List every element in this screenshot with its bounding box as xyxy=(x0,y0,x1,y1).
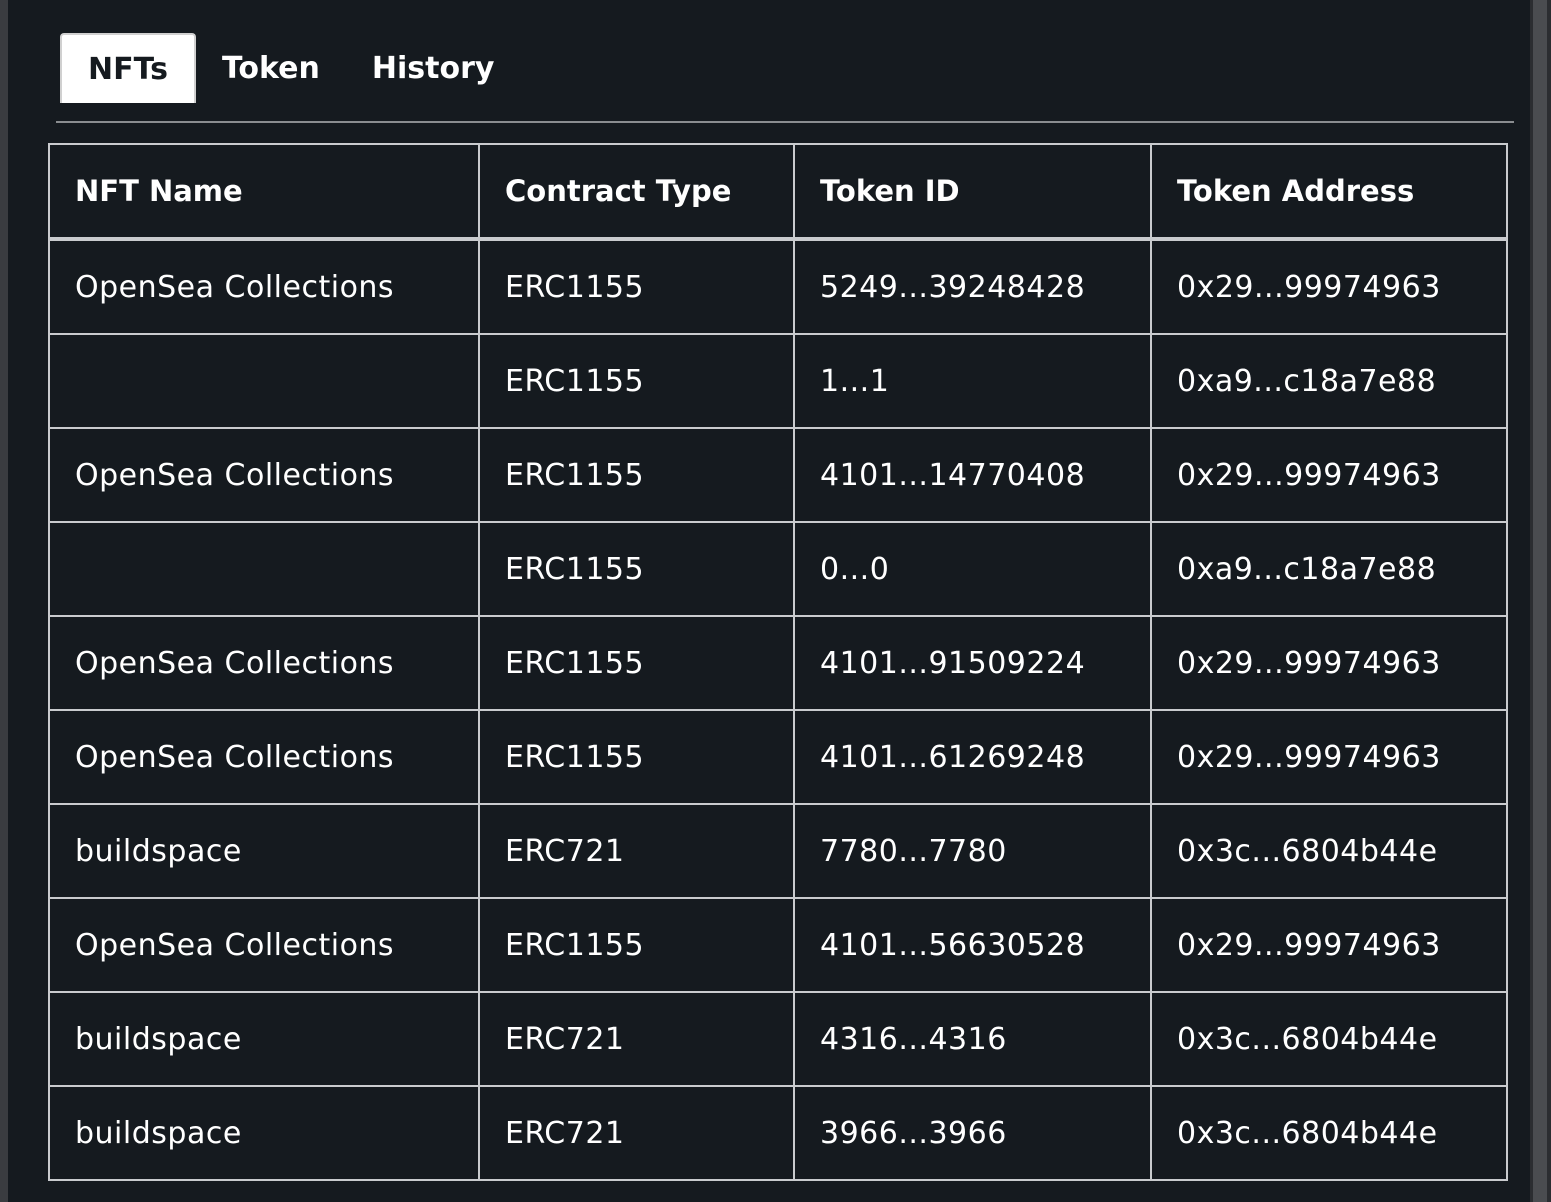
cell-token-id: 4101...14770408 xyxy=(793,427,1152,523)
tab-bar: NFTs Token History xyxy=(60,33,520,103)
table-row[interactable]: OpenSea Collections ERC1155 4101...14770… xyxy=(48,427,1508,523)
table-row[interactable]: ERC1155 0...0 0xa9...c18a7e88 xyxy=(48,521,1508,617)
cell-token-id: 4101...56630528 xyxy=(793,897,1152,993)
header-token-id: Token ID xyxy=(793,143,1152,241)
cell-nft-name xyxy=(48,521,480,617)
tab-token[interactable]: Token xyxy=(196,33,346,103)
table-row[interactable]: OpenSea Collections ERC1155 4101...61269… xyxy=(48,709,1508,805)
cell-contract-type: ERC1155 xyxy=(478,897,795,993)
cell-nft-name: buildspace xyxy=(48,803,480,899)
cell-token-address: 0xa9...c18a7e88 xyxy=(1150,521,1508,617)
table-header-row: NFT Name Contract Type Token ID Token Ad… xyxy=(48,143,1508,241)
tab-token-label: Token xyxy=(221,50,320,86)
cell-token-id: 4101...61269248 xyxy=(793,709,1152,805)
cell-token-address: 0x3c...6804b44e xyxy=(1150,803,1508,899)
cell-nft-name xyxy=(48,333,480,429)
cell-token-address: 0x29...99974963 xyxy=(1150,897,1508,993)
table-row[interactable]: OpenSea Collections ERC1155 4101...56630… xyxy=(48,897,1508,993)
tab-divider xyxy=(56,121,1514,123)
cell-contract-type: ERC1155 xyxy=(478,427,795,523)
cell-token-id: 7780...7780 xyxy=(793,803,1152,899)
cell-token-id: 3966...3966 xyxy=(793,1085,1152,1181)
cell-token-id: 0...0 xyxy=(793,521,1152,617)
header-nft-name: NFT Name xyxy=(48,143,480,241)
cell-token-address: 0x3c...6804b44e xyxy=(1150,1085,1508,1181)
cell-contract-type: ERC1155 xyxy=(478,333,795,429)
cell-contract-type: ERC721 xyxy=(478,1085,795,1181)
cell-token-id: 1...1 xyxy=(793,333,1152,429)
cell-nft-name: buildspace xyxy=(48,1085,480,1181)
cell-nft-name: OpenSea Collections xyxy=(48,238,480,335)
tab-history[interactable]: History xyxy=(346,33,521,103)
header-token-address: Token Address xyxy=(1150,143,1508,241)
cell-token-id: 4316...4316 xyxy=(793,991,1152,1087)
cell-token-id: 5249...39248428 xyxy=(793,238,1152,335)
cell-token-address: 0x3c...6804b44e xyxy=(1150,991,1508,1087)
cell-nft-name: buildspace xyxy=(48,991,480,1087)
cell-token-address: 0x29...99974963 xyxy=(1150,238,1508,335)
cell-nft-name: OpenSea Collections xyxy=(48,615,480,711)
table-row[interactable]: OpenSea Collections ERC1155 4101...91509… xyxy=(48,615,1508,711)
cell-contract-type: ERC1155 xyxy=(478,521,795,617)
cell-token-address: 0x29...99974963 xyxy=(1150,709,1508,805)
table-row[interactable]: buildspace ERC721 7780...7780 0x3c...680… xyxy=(48,803,1508,899)
table-row[interactable]: buildspace ERC721 3966...3966 0x3c...680… xyxy=(48,1085,1508,1181)
table-row[interactable]: OpenSea Collections ERC1155 5249...39248… xyxy=(48,238,1508,335)
cell-token-address: 0x29...99974963 xyxy=(1150,615,1508,711)
cell-token-id: 4101...91509224 xyxy=(793,615,1152,711)
cell-nft-name: OpenSea Collections xyxy=(48,897,480,993)
tab-nfts-label: NFTs xyxy=(88,51,168,87)
cell-contract-type: ERC721 xyxy=(478,803,795,899)
cell-token-address: 0xa9...c18a7e88 xyxy=(1150,333,1508,429)
table-row[interactable]: buildspace ERC721 4316...4316 0x3c...680… xyxy=(48,991,1508,1087)
scrollbar-thumb[interactable] xyxy=(1533,0,1547,1202)
table-row[interactable]: ERC1155 1...1 0xa9...c18a7e88 xyxy=(48,333,1508,429)
tab-history-label: History xyxy=(371,50,495,86)
tab-nfts[interactable]: NFTs xyxy=(60,33,196,103)
cell-contract-type: ERC1155 xyxy=(478,238,795,335)
cell-contract-type: ERC721 xyxy=(478,991,795,1087)
cell-token-address: 0x29...99974963 xyxy=(1150,427,1508,523)
cell-nft-name: OpenSea Collections xyxy=(48,427,480,523)
header-contract-type: Contract Type xyxy=(478,143,795,241)
nft-table: NFT Name Contract Type Token ID Token Ad… xyxy=(48,143,1508,1181)
cell-contract-type: ERC1155 xyxy=(478,615,795,711)
cell-nft-name: OpenSea Collections xyxy=(48,709,480,805)
cell-contract-type: ERC1155 xyxy=(478,709,795,805)
